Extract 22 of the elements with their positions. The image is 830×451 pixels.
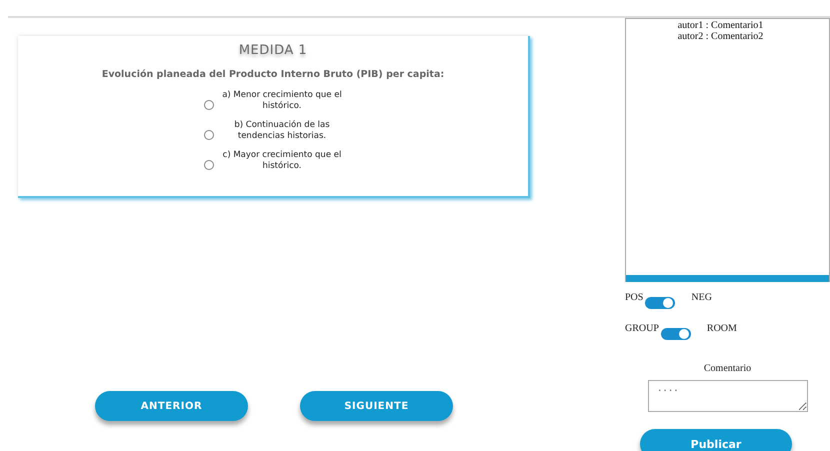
option-label: a) Menor crecimiento que el histórico. [222,90,342,112]
scroll-bar[interactable] [626,275,829,282]
comment-field[interactable]: .... [648,380,808,412]
question-prompt: Evolución planeada del Producto Interno Bruto (PIB) per capita: [102,69,444,80]
comment-label: Comentario [702,363,752,374]
publish-button[interactable]: Publicar [640,429,792,451]
question-title: MEDIDA 1 [238,43,308,58]
radio-button[interactable] [204,130,214,140]
radio-button[interactable] [204,100,214,110]
previous-button[interactable]: ANTERIOR [95,391,248,421]
toggle-label: ROOM [706,323,737,334]
option-label: c) Mayor crecimiento que el histórico. [222,150,342,172]
toggle-switch[interactable] [645,297,676,309]
toggle-label: GROUP [625,323,659,334]
toggle-switch[interactable] [660,328,691,340]
comment-entry: autor1 : Comentario1 [678,20,764,31]
radio-button[interactable] [204,160,214,170]
option-label: b) Continuación de las tendencias historias. [233,120,331,142]
toggle-label: NEG [691,292,712,303]
next-button[interactable]: SIGUIENTE [300,391,453,421]
comment-entry: autor2 : Comentario2 [678,31,764,42]
toggle-label: POS [625,292,644,303]
